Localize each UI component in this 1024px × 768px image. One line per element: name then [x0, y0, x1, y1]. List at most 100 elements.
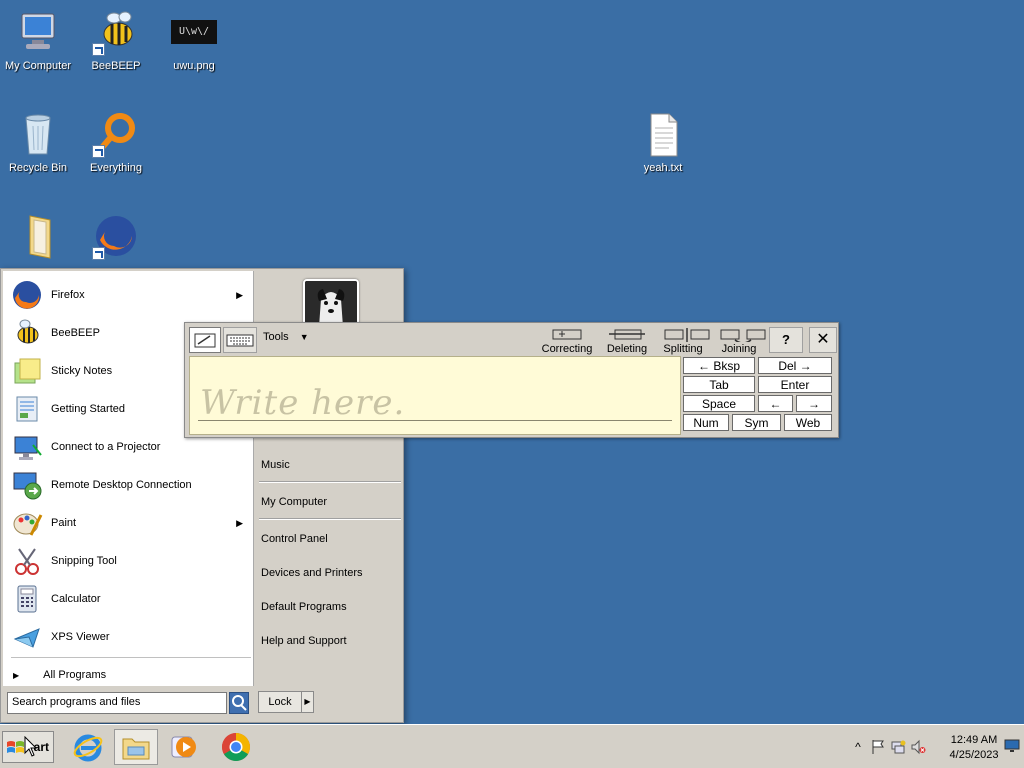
- program-label: Connect to a Projector: [51, 441, 161, 453]
- program-label: XPS Viewer: [51, 631, 110, 643]
- image-thumbnail: U\w\/: [171, 20, 217, 44]
- lock-options-arrow-icon[interactable]: ▶: [301, 692, 313, 712]
- close-button[interactable]: ✕: [809, 327, 837, 353]
- program-label: Calculator: [51, 593, 101, 605]
- places-help-support[interactable]: Help and Support: [261, 635, 401, 647]
- splitting-label: Splitting: [663, 343, 703, 355]
- joining-action[interactable]: Joining: [709, 325, 769, 355]
- desktop-icon-yeah-txt[interactable]: yeah.txt: [621, 110, 705, 174]
- key-sym[interactable]: Sym: [732, 414, 781, 431]
- taskbar-internet-explorer[interactable]: [66, 729, 110, 765]
- correcting-label: Correcting: [541, 343, 593, 355]
- keyboard-button[interactable]: [223, 327, 257, 353]
- shortcut-arrow-icon: [92, 43, 105, 56]
- folder-icon: [14, 212, 62, 260]
- places-divider: [259, 518, 401, 520]
- program-firefox[interactable]: Firefox ▶: [11, 277, 251, 313]
- program-label: Snipping Tool: [51, 555, 117, 567]
- writing-pad-icon: [194, 333, 216, 348]
- writing-pad[interactable]: Write here.: [189, 356, 681, 435]
- joining-label: Joining: [721, 343, 757, 355]
- places-my-computer[interactable]: My Computer: [261, 496, 401, 508]
- key-backspace[interactable]: ← Bksp: [683, 357, 755, 374]
- programs-divider: [11, 657, 251, 658]
- help-button[interactable]: ?: [769, 327, 803, 353]
- key-enter[interactable]: Enter: [758, 376, 832, 393]
- submenu-arrow-icon: ▶: [236, 517, 243, 528]
- shortcut-arrow-icon: [92, 247, 105, 260]
- places-music[interactable]: Music: [261, 459, 401, 471]
- desktop-icon-label: BeeBEEP: [91, 60, 141, 72]
- input-panel: Tools ▼ Correcting Deleting Splitting Jo…: [184, 322, 839, 438]
- key-web[interactable]: Web: [784, 414, 832, 431]
- search-icon: [232, 695, 247, 711]
- deleting-icon: [607, 328, 647, 342]
- bee-icon: [11, 317, 43, 349]
- key-right-arrow[interactable]: →: [796, 395, 832, 412]
- start-search-input[interactable]: Search programs and files: [7, 692, 227, 714]
- search-placeholder: Search programs and files: [12, 696, 141, 708]
- places-control-panel[interactable]: Control Panel: [261, 533, 401, 545]
- splitting-icon: [663, 328, 710, 342]
- desktop-icon-recycle-bin[interactable]: Recycle Bin: [0, 110, 80, 174]
- program-xps-viewer[interactable]: XPS Viewer: [11, 619, 251, 655]
- sticky-notes-icon: [11, 355, 43, 387]
- desktop-icon-label: yeah.txt: [643, 162, 683, 174]
- writing-pad-button[interactable]: [189, 327, 221, 353]
- desktop-icon-folder[interactable]: [0, 212, 80, 264]
- network-icon[interactable]: [888, 737, 908, 757]
- magnifier-icon: [92, 110, 140, 158]
- key-delete[interactable]: Del →: [758, 357, 832, 374]
- action-center-flag-icon[interactable]: [868, 737, 888, 757]
- deleting-label: Deleting: [606, 343, 648, 355]
- tools-menu[interactable]: Tools ▼: [263, 331, 309, 343]
- lock-label: Lock: [268, 696, 292, 708]
- search-button[interactable]: [229, 692, 249, 714]
- mouse-cursor-icon: [24, 736, 38, 757]
- taskbar-chrome[interactable]: [214, 729, 258, 765]
- program-paint[interactable]: Paint ▶: [11, 505, 251, 541]
- taskbar-explorer[interactable]: [114, 729, 158, 765]
- tools-label: Tools: [263, 331, 289, 343]
- program-remote-desktop[interactable]: Remote Desktop Connection: [11, 467, 251, 503]
- correcting-action[interactable]: Correcting: [537, 325, 597, 355]
- keyboard-icon: [226, 334, 254, 347]
- all-programs-button[interactable]: ▶ All Programs: [11, 665, 251, 685]
- lock-button[interactable]: Lock ▶: [258, 691, 314, 713]
- places-devices-printers[interactable]: Devices and Printers: [261, 567, 401, 579]
- desktop-icon-uwu-png[interactable]: U\w\/ uwu.png: [152, 8, 236, 72]
- clock-date: 4/25/2023: [949, 749, 999, 761]
- places-default-programs[interactable]: Default Programs: [261, 601, 401, 613]
- firefox-icon: [92, 212, 140, 260]
- show-hidden-icons-button[interactable]: ^: [848, 737, 868, 757]
- all-programs-label: All Programs: [43, 669, 107, 681]
- program-snipping-tool[interactable]: Snipping Tool: [11, 543, 251, 579]
- shortcut-arrow-icon: [92, 145, 105, 158]
- windows-logo-icon: [7, 741, 24, 753]
- show-desktop-button[interactable]: [1004, 739, 1020, 753]
- key-tab[interactable]: Tab: [683, 376, 755, 393]
- deleting-action[interactable]: Deleting: [597, 325, 657, 355]
- taskbar-media-player[interactable]: [162, 729, 206, 765]
- volume-muted-icon[interactable]: [908, 737, 928, 757]
- key-left-arrow[interactable]: ←: [758, 395, 793, 412]
- key-num[interactable]: Num: [683, 414, 729, 431]
- splitting-action[interactable]: Splitting: [653, 325, 713, 355]
- joining-icon: [719, 328, 766, 344]
- desktop-icon-beebeep[interactable]: BeeBEEP: [74, 8, 158, 72]
- program-calculator[interactable]: Calculator: [11, 581, 251, 617]
- desktop-icon-everything[interactable]: Everything: [74, 110, 158, 174]
- image-file-icon: U\w\/: [170, 8, 218, 56]
- desktop-icon-my-computer[interactable]: My Computer: [0, 8, 80, 72]
- xps-viewer-icon: [11, 621, 43, 653]
- desktop-icon-firefox[interactable]: [74, 212, 158, 264]
- calculator-icon: [11, 583, 43, 615]
- dropdown-arrow-icon: ▼: [299, 332, 309, 342]
- folder-icon: [122, 738, 150, 760]
- desktop-icon-label: My Computer: [4, 60, 72, 72]
- correcting-icon: [547, 328, 587, 342]
- writing-baseline: [198, 420, 672, 421]
- key-space[interactable]: Space: [683, 395, 755, 412]
- taskbar-clock[interactable]: 12:49 AM 4/25/2023: [944, 733, 1004, 763]
- program-label: Paint: [51, 517, 77, 529]
